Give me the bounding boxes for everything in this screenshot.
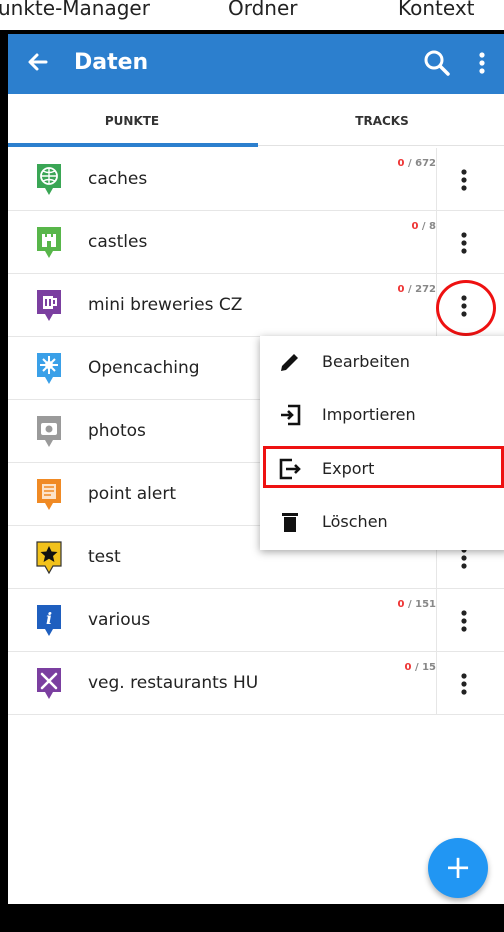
- point-count: 0 / 272: [397, 284, 436, 295]
- app-screen: Daten PUNKTE TRACKS caches 0 / 672 castl…: [8, 34, 504, 904]
- import-icon: [281, 404, 301, 426]
- overflow-menu-icon[interactable]: [472, 48, 492, 78]
- info-pin-icon: i: [37, 605, 61, 636]
- menu-item-importieren[interactable]: Importieren: [260, 389, 504, 442]
- menu-item-label: Bearbeiten: [322, 352, 410, 371]
- tab-selected-indicator: [8, 143, 258, 147]
- list-item[interactable]: i various 0 / 151: [8, 589, 504, 652]
- document-caption: unkte-Manager Ordner Kontext: [0, 0, 504, 30]
- star-pin-icon: [36, 541, 62, 575]
- item-menu-icon[interactable]: [454, 227, 474, 259]
- folder-name: test: [88, 547, 121, 567]
- pencil-icon: [281, 354, 298, 371]
- beer-pin-icon: [37, 290, 61, 321]
- point-count: 0 / 15: [404, 662, 436, 673]
- divider: [436, 148, 437, 211]
- menu-item-loeschen[interactable]: Löschen: [260, 496, 504, 549]
- trash-icon: [282, 513, 298, 532]
- divider: [436, 652, 437, 715]
- menu-item-label: Löschen: [322, 512, 388, 531]
- navigation-bar: [0, 904, 504, 932]
- folder-name: point alert: [88, 484, 177, 504]
- folder-name: castles: [88, 232, 148, 252]
- list-item[interactable]: mini breweries CZ 0 / 272: [8, 274, 504, 337]
- menu-item-bearbeiten[interactable]: Bearbeiten: [260, 336, 504, 389]
- divider: [436, 211, 437, 274]
- list-item[interactable]: veg. restaurants HU 0 / 15: [8, 652, 504, 715]
- list-item[interactable]: castles 0 / 8: [8, 211, 504, 274]
- app-bar: Daten: [8, 34, 504, 94]
- folder-name: caches: [88, 169, 148, 189]
- tab-tracks[interactable]: TRACKS: [258, 94, 504, 146]
- add-button[interactable]: +: [428, 838, 488, 898]
- svg-text:i: i: [46, 609, 52, 628]
- tab-punkte-label: PUNKTE: [104, 114, 160, 128]
- caption-right: Kontext: [398, 0, 475, 20]
- folder-name: photos: [88, 421, 146, 441]
- highlight-circle: [436, 280, 496, 336]
- camera-pin-icon: [37, 416, 61, 447]
- alert-pin-icon: [37, 479, 61, 510]
- star-burst-pin-icon: [37, 353, 61, 384]
- item-menu-icon[interactable]: [454, 605, 474, 637]
- list-item[interactable]: caches 0 / 672: [8, 148, 504, 211]
- menu-item-label: Importieren: [322, 405, 416, 424]
- point-count: 0 / 8: [411, 221, 436, 232]
- folder-name: mini breweries CZ: [88, 295, 243, 315]
- highlight-box: [263, 446, 504, 488]
- folder-name: various: [88, 610, 151, 630]
- globe-pin-icon: [37, 164, 61, 195]
- caption-middle: Ordner: [228, 0, 298, 20]
- back-arrow-icon[interactable]: [24, 46, 52, 78]
- tab-punkte[interactable]: PUNKTE: [8, 94, 258, 147]
- search-icon[interactable]: [422, 48, 452, 78]
- folder-name: veg. restaurants HU: [88, 673, 259, 693]
- tab-tracks-label: TRACKS: [355, 114, 409, 128]
- cutlery-pin-icon: [37, 668, 61, 699]
- item-menu-icon[interactable]: [454, 668, 474, 700]
- point-count: 0 / 672: [397, 158, 436, 169]
- castle-pin-icon: [37, 227, 61, 258]
- item-menu-icon[interactable]: [454, 164, 474, 196]
- point-count: 0 / 151: [397, 599, 436, 610]
- context-menu: Bearbeiten Importieren Export Löschen: [260, 336, 504, 550]
- page-title: Daten: [74, 50, 149, 75]
- caption-left: unkte-Manager: [0, 0, 150, 20]
- folder-name: Opencaching: [88, 358, 200, 378]
- divider: [436, 589, 437, 652]
- tab-bar: PUNKTE TRACKS: [8, 94, 504, 147]
